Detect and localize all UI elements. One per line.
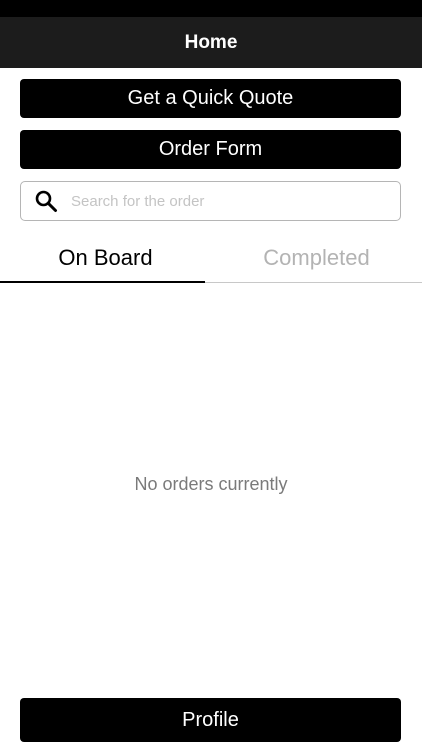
- empty-state-message: No orders currently: [134, 474, 288, 494]
- tab-on-board[interactable]: On Board: [0, 233, 211, 283]
- tab-divider: [205, 282, 422, 283]
- search-icon: [35, 190, 57, 212]
- nav-bar: Home: [0, 17, 422, 68]
- profile-button[interactable]: Profile: [20, 698, 401, 742]
- quick-quote-button[interactable]: Get a Quick Quote: [20, 79, 401, 118]
- page-title: Home: [184, 31, 238, 53]
- search-box[interactable]: [20, 181, 401, 221]
- status-bar: [0, 0, 422, 17]
- active-tab-indicator: [0, 281, 205, 283]
- search-input[interactable]: [71, 182, 400, 220]
- tab-completed[interactable]: Completed: [211, 233, 422, 283]
- order-tabs: On Board Completed: [0, 233, 422, 283]
- order-form-button[interactable]: Order Form: [20, 130, 401, 169]
